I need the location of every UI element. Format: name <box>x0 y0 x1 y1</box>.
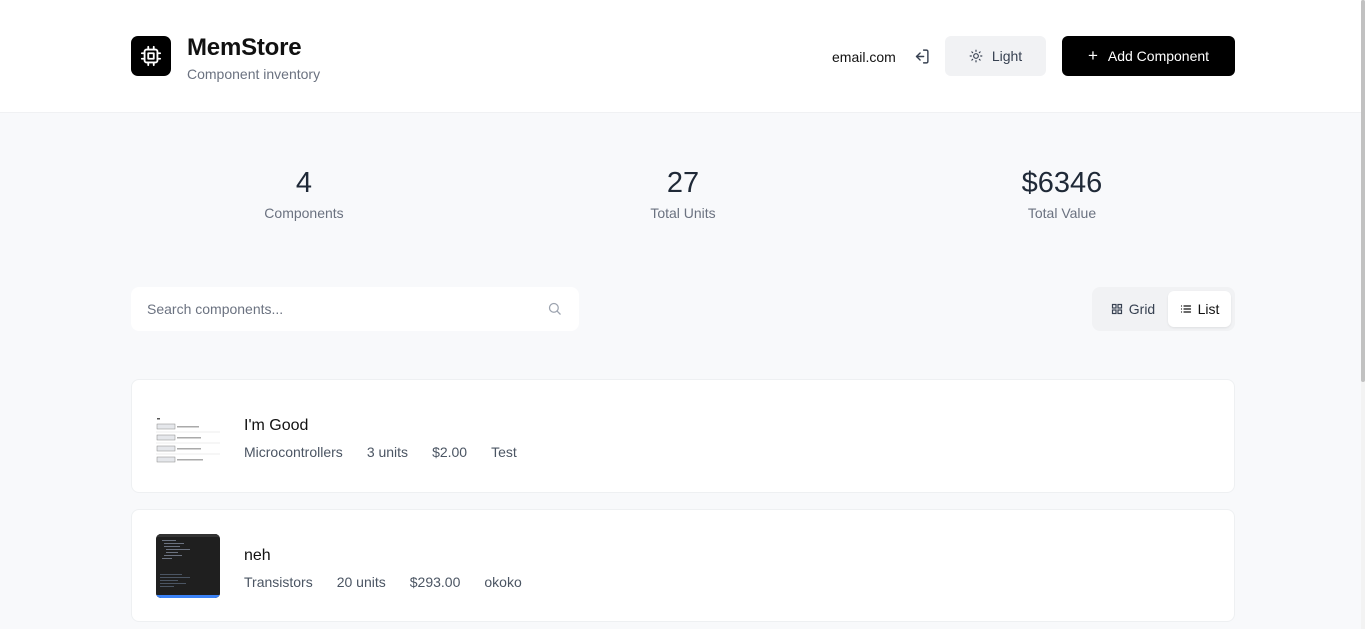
cpu-chip-icon <box>131 36 171 76</box>
sun-icon <box>969 49 983 63</box>
component-price: $2.00 <box>432 444 468 460</box>
theme-label: Light <box>991 48 1023 64</box>
user-email: email.com <box>832 49 896 65</box>
stat-value: 4 <box>295 167 313 199</box>
component-card[interactable]: I'm Good Microcontrollers 3 units $2.00 … <box>131 379 1235 493</box>
stat-total-units: 27 Total Units <box>563 166 803 221</box>
component-price: $293.00 <box>409 574 461 590</box>
app-header: MemStore Component inventory email.com L… <box>0 0 1361 113</box>
stat-value: 27 <box>666 167 700 199</box>
add-component-label: Add Component <box>1107 48 1210 64</box>
stat-total-value: $6346 Total Value <box>942 166 1182 221</box>
grid-view-label: Grid <box>1128 301 1156 317</box>
stat-label: Components <box>264 205 344 221</box>
list-view-label: List <box>1197 301 1220 317</box>
scrollbar-thumb[interactable] <box>1361 0 1365 382</box>
search-input[interactable] <box>131 287 579 331</box>
search-box <box>131 287 579 331</box>
plus-icon: + <box>1087 45 1098 65</box>
stat-label: Total Value <box>1027 205 1097 221</box>
component-units: 20 units <box>336 574 386 590</box>
component-location: Test <box>491 444 517 460</box>
grid-icon <box>1111 303 1122 315</box>
grid-view-button[interactable]: Grid <box>1098 291 1168 327</box>
view-toggle: Grid List <box>1092 287 1235 331</box>
component-units: 3 units <box>366 444 409 460</box>
stat-components: 4 Components <box>184 166 424 221</box>
list-icon <box>1180 305 1191 313</box>
log-in-icon <box>915 48 929 64</box>
search-icon[interactable] <box>547 301 562 316</box>
theme-toggle-button[interactable]: Light <box>945 36 1046 76</box>
stat-label: Total Units <box>650 205 716 221</box>
component-meta: Microcontrollers 3 units $2.00 Test <box>244 444 517 460</box>
stat-value: $6346 <box>1021 167 1103 199</box>
component-category: Microcontrollers <box>244 444 343 460</box>
component-thumbnail <box>156 534 220 598</box>
list-view-button[interactable]: List <box>1168 291 1231 327</box>
component-thumbnail <box>156 404 220 468</box>
add-component-button[interactable]: + Add Component <box>1062 36 1235 76</box>
app-title: MemStore <box>187 34 302 61</box>
app-subtitle: Component inventory <box>187 66 321 82</box>
component-location: okoko <box>484 574 522 590</box>
component-card[interactable]: neh Transistors 20 units $293.00 okoko <box>131 509 1235 622</box>
component-meta: Transistors 20 units $293.00 okoko <box>244 574 522 590</box>
logout-button[interactable] <box>910 46 932 66</box>
component-category: Transistors <box>244 574 313 590</box>
component-name: neh <box>244 547 271 564</box>
component-name: I'm Good <box>244 417 309 434</box>
